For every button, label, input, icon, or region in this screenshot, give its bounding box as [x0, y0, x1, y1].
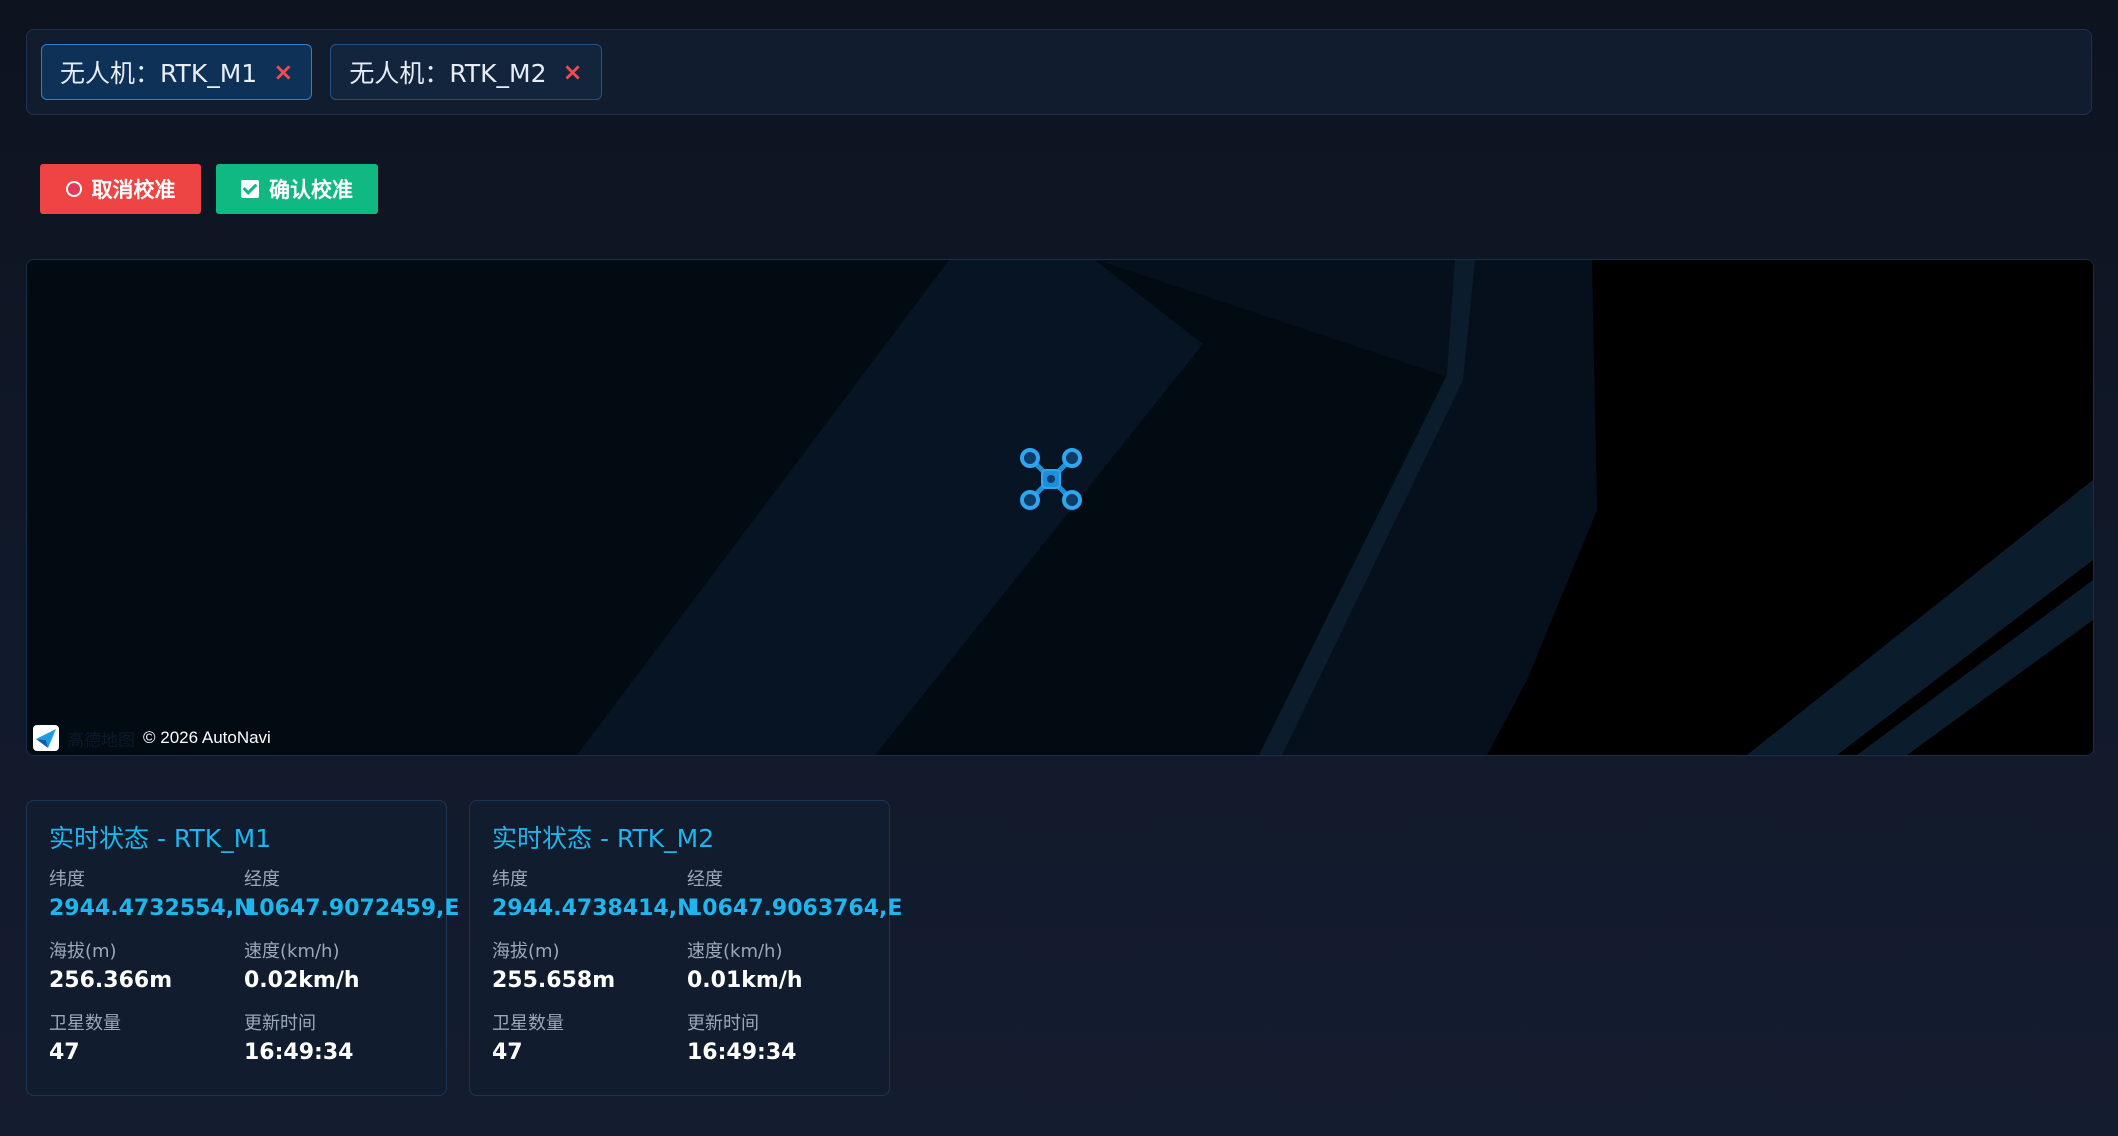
updated-value: 16:49:34 [244, 1040, 354, 1065]
drone-icon[interactable] [1018, 446, 1084, 512]
close-icon[interactable]: × [563, 60, 583, 84]
latitude-label: 纬度 [492, 869, 528, 890]
drone-tab-bar: 无人机：RTK_M1 × 无人机：RTK_M2 × [26, 29, 2092, 115]
tab-label: 无人机：RTK_M2 [349, 59, 547, 88]
speed-value: 0.02km/h [244, 968, 360, 993]
updated-value: 16:49:34 [687, 1040, 797, 1065]
map-view[interactable]: 高德地图 © 2026 AutoNavi [26, 259, 2094, 756]
status-card-title: 实时状态 - RTK_M2 [492, 824, 715, 853]
confirm-calibration-button[interactable]: 确认校准 [216, 164, 378, 214]
tab-label: 无人机：RTK_M1 [60, 59, 258, 88]
updated-label: 更新时间 [687, 1013, 759, 1034]
map-logo-text: 高德地图 [67, 730, 135, 750]
close-icon[interactable]: × [273, 60, 293, 84]
satellites-value: 47 [49, 1040, 80, 1065]
speed-value: 0.01km/h [687, 968, 803, 993]
status-card-rtk-m2: 实时状态 - RTK_M2 纬度 2944.4738414,N 经度 10647… [469, 800, 903, 1096]
amap-logo-icon [33, 725, 59, 751]
latitude-value: 2944.4738414,N [492, 896, 696, 921]
confirm-calibration-label: 确认校准 [269, 179, 353, 202]
map-attribution: 高德地图 © 2026 AutoNavi [33, 725, 271, 751]
calibration-page: 无人机：RTK_M1 × 无人机：RTK_M2 × 取消校准 确认校准 高德地图… [0, 0, 2118, 1136]
tab-rtk-m2[interactable]: 无人机：RTK_M2 × [330, 44, 602, 100]
altitude-value: 256.366m [49, 968, 173, 993]
status-card-title: 实时状态 - RTK_M1 [49, 824, 272, 853]
satellites-value: 47 [492, 1040, 523, 1065]
longitude-value: 10647.9063764,E [687, 896, 903, 921]
speed-label: 速度(km/h) [244, 941, 340, 962]
checkbox-icon [241, 180, 259, 198]
speed-label: 速度(km/h) [687, 941, 783, 962]
status-card-rtk-m1: 实时状态 - RTK_M1 纬度 2944.4732554,N 经度 10647… [26, 800, 460, 1096]
tab-rtk-m1[interactable]: 无人机：RTK_M1 × [41, 44, 313, 100]
cancel-calibration-button[interactable]: 取消校准 [40, 164, 201, 214]
altitude-label: 海拔(m) [49, 941, 117, 962]
latitude-value: 2944.4732554,N [49, 896, 253, 921]
satellites-label: 卫星数量 [492, 1013, 564, 1034]
longitude-label: 经度 [244, 869, 280, 890]
circle-icon [65, 181, 82, 197]
satellites-label: 卫星数量 [49, 1013, 121, 1034]
latitude-label: 纬度 [49, 869, 85, 890]
updated-label: 更新时间 [244, 1013, 316, 1034]
cancel-calibration-label: 取消校准 [91, 179, 176, 202]
map-copyright: © 2026 AutoNavi [143, 728, 271, 747]
altitude-value: 255.658m [492, 968, 616, 993]
altitude-label: 海拔(m) [492, 941, 560, 962]
longitude-label: 经度 [687, 869, 723, 890]
longitude-value: 10647.9072459,E [244, 896, 460, 921]
